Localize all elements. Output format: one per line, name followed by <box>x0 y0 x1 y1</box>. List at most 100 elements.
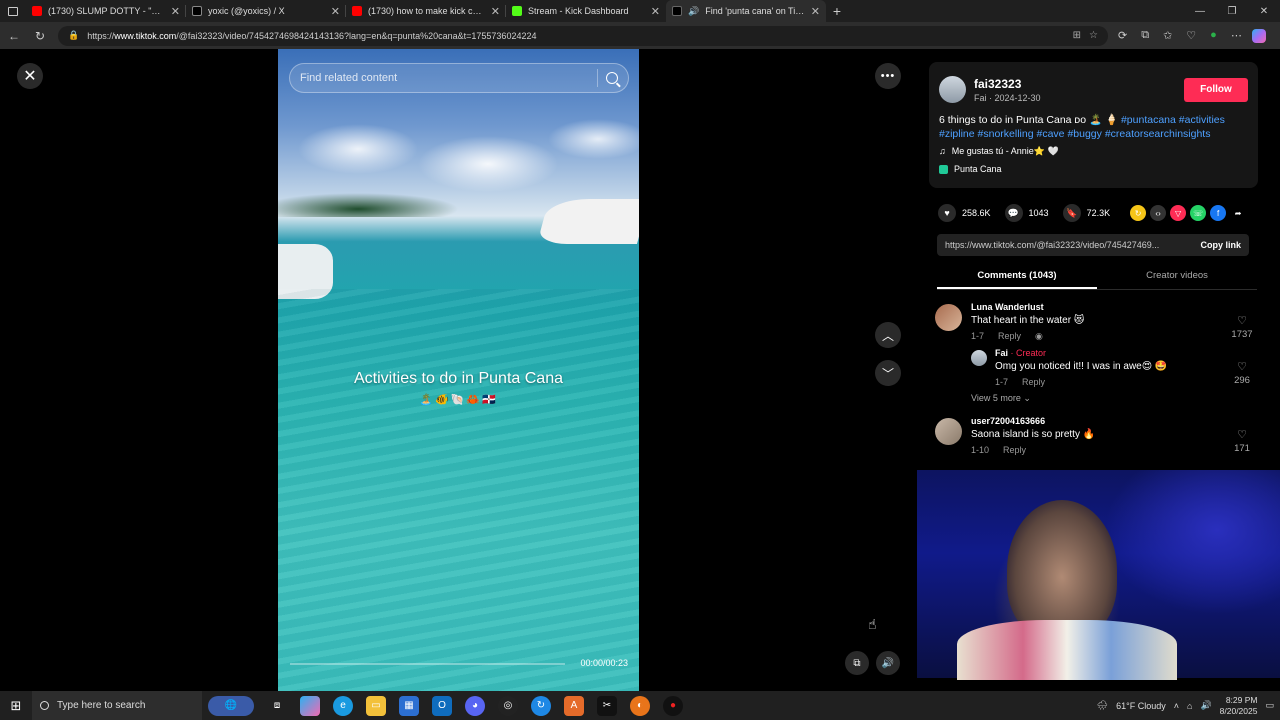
windows-start-icon[interactable]: ⊞ <box>0 698 32 714</box>
notifications-icon[interactable]: ▭ <box>1265 700 1274 711</box>
split-screen-icon[interactable]: ⧉ <box>1141 29 1149 42</box>
related-search-input[interactable]: Find related content <box>289 63 629 93</box>
minimize-icon[interactable]: — <box>1184 6 1216 17</box>
hashtag-link[interactable]: #activities <box>1179 114 1225 126</box>
taskbar-clock[interactable]: 8:29 PM 8/20/2025 <box>1220 695 1258 717</box>
settings-menu-icon[interactable]: ⋯ <box>1231 29 1242 42</box>
commenter-name[interactable]: user72004163666 <box>971 416 1257 426</box>
reply-button[interactable]: Reply <box>998 331 1021 342</box>
close-tab-icon[interactable]: ✕ <box>491 5 500 18</box>
location-row[interactable]: Punta Cana <box>939 164 1248 174</box>
repost-icon[interactable]: ↻ <box>1130 205 1147 221</box>
browser-tab-active[interactable]: 🔊 Find 'punta cana' on TikTok ✕ <box>666 0 826 22</box>
hashtag-link[interactable]: #buggy <box>1067 128 1101 140</box>
copilot-icon[interactable] <box>1251 28 1266 43</box>
volume-button[interactable]: 🔊 <box>876 651 900 675</box>
obs-icon[interactable]: ◎ <box>498 695 518 716</box>
lock-icon[interactable]: 🔒 <box>68 30 79 41</box>
whatsapp-icon[interactable]: ☏ <box>1190 205 1207 221</box>
bookmark-icon[interactable]: 🔖 <box>1062 204 1081 222</box>
commenter-name[interactable]: Luna Wanderlust <box>971 302 1257 312</box>
previous-video-button[interactable]: ︿ <box>875 322 901 348</box>
hashtag-link[interactable]: #snorkelling <box>978 128 1034 140</box>
comment-icon[interactable]: 💬 <box>1004 204 1023 222</box>
browser-tab[interactable]: (1730) how to make kick chat big ✕ <box>346 0 506 22</box>
search-icon[interactable] <box>606 72 618 84</box>
picture-in-picture-button[interactable]: ⧉ <box>845 651 869 675</box>
view-more-replies-button[interactable]: View 5 more ⌄ <box>935 393 1257 404</box>
hashtag-link[interactable]: #zipline <box>939 128 975 140</box>
author-username[interactable]: fai32323 <box>974 77 1041 91</box>
capcut-icon[interactable]: ✂ <box>597 695 617 716</box>
network-icon[interactable]: ⌂ <box>1187 701 1192 711</box>
share-arrow-icon[interactable]: ➦ <box>1230 205 1246 221</box>
recording-app-icon[interactable]: ● <box>663 695 683 716</box>
video-player[interactable]: Find related content Activities to do in… <box>278 49 639 691</box>
hashtag-link[interactable]: #cave <box>1037 128 1065 140</box>
address-bar[interactable]: 🔒 https://www.tiktok.com/@fai32323/video… <box>58 25 1108 46</box>
sync-app-icon[interactable]: ↻ <box>531 695 551 716</box>
send-to-friends-icon[interactable]: ▽ <box>1170 205 1187 221</box>
comments-list[interactable]: Luna Wanderlust That heart in the water … <box>935 302 1257 470</box>
comment-like[interactable]: ♡ 1737 <box>1227 314 1257 340</box>
favorites-icon[interactable]: ✩ <box>1163 29 1172 42</box>
tray-overflow-icon[interactable]: ˄ <box>1174 701 1179 711</box>
weather-text[interactable]: 61°F Cloudy <box>1116 701 1166 711</box>
refresh-icon[interactable]: ↻ <box>32 29 48 43</box>
discord-icon[interactable]: ◕ <box>465 695 485 716</box>
browser-tab[interactable]: Stream - Kick Dashboard ✕ <box>506 0 666 22</box>
speaker-icon[interactable]: 🔊 <box>688 6 699 17</box>
more-options-button[interactable]: ••• <box>875 63 901 89</box>
facebook-icon[interactable]: f <box>1210 205 1227 221</box>
browser-tab[interactable]: (1730) SLUMP DOTTY - "GLITCH" ✕ <box>26 0 186 22</box>
app-available-icon[interactable]: ⊞ <box>1073 30 1081 41</box>
tab-comments[interactable]: Comments (1043) <box>937 268 1097 289</box>
browser-tab[interactable]: yoxic (@yoxics) / X ✕ <box>186 0 346 22</box>
volume-tray-icon[interactable]: 🔊 <box>1200 700 1211 711</box>
copy-link-button[interactable]: Copy link <box>1200 240 1241 250</box>
close-tab-icon[interactable]: ✕ <box>651 5 660 18</box>
edge-icon[interactable]: e <box>333 695 353 716</box>
window-menu-icon[interactable] <box>0 0 26 22</box>
store-icon[interactable]: ▦ <box>399 695 419 716</box>
outlook-icon[interactable]: O <box>432 695 452 716</box>
share-link-text[interactable]: https://www.tiktok.com/@fai32323/video/7… <box>945 240 1190 250</box>
next-video-button[interactable]: ﹀ <box>875 360 901 386</box>
browser-essentials-icon[interactable]: ♡ <box>1186 29 1196 42</box>
favorite-star-icon[interactable]: ☆ <box>1089 30 1098 41</box>
editor-app-icon[interactable]: A <box>564 695 584 716</box>
commenter-avatar[interactable] <box>971 350 987 366</box>
close-tab-icon[interactable]: ✕ <box>331 5 340 18</box>
reply-button[interactable]: Reply <box>1022 377 1045 387</box>
embed-icon[interactable]: ‹› <box>1150 205 1167 221</box>
copilot-taskbar-icon[interactable] <box>300 695 320 716</box>
follow-button[interactable]: Follow <box>1184 77 1248 102</box>
new-tab-button[interactable]: + <box>826 3 848 19</box>
back-icon[interactable]: ← <box>6 29 22 43</box>
commenter-avatar[interactable] <box>935 418 962 445</box>
weather-icon[interactable]: 🌧 <box>1097 700 1108 711</box>
restore-icon[interactable]: ❐ <box>1216 6 1248 17</box>
heart-icon[interactable]: ♥ <box>938 204 956 222</box>
author-avatar[interactable] <box>939 76 966 103</box>
search-highlight-icon[interactable]: 🌐 <box>208 695 254 716</box>
video-progress-bar[interactable] <box>290 663 565 665</box>
media-app-icon[interactable]: ◐ <box>630 695 650 716</box>
close-tab-icon[interactable]: ✕ <box>171 5 180 18</box>
file-explorer-icon[interactable]: ▭ <box>366 695 386 716</box>
comment-like[interactable]: ♡ 296 <box>1227 360 1257 386</box>
task-view-icon[interactable]: ⧈ <box>267 696 287 716</box>
commenter-name[interactable]: Fai · Creator <box>995 348 1257 358</box>
reply-button[interactable]: Reply <box>1003 445 1026 455</box>
hashtag-link[interactable]: #creatorsearchinsights <box>1105 128 1211 140</box>
commenter-avatar[interactable] <box>935 304 962 331</box>
close-tab-icon[interactable]: ✕ <box>811 5 820 18</box>
taskbar-search-input[interactable]: Type here to search <box>32 691 202 720</box>
close-window-icon[interactable]: ✕ <box>1248 6 1280 17</box>
close-video-button[interactable]: ✕ <box>17 63 43 89</box>
comment-like[interactable]: ♡ 171 <box>1227 428 1257 454</box>
profile-icon[interactable]: ● <box>1210 29 1217 42</box>
hashtag-link[interactable]: #puntacana <box>1121 114 1176 126</box>
extensions-icon[interactable]: ⟳ <box>1118 29 1127 42</box>
music-row[interactable]: ♫ Me gustas tú - Annie⭐ 🤍 <box>939 146 1248 157</box>
